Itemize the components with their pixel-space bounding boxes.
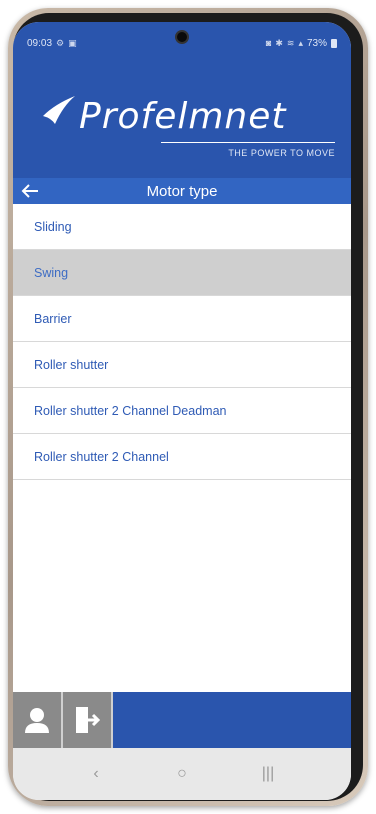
battery-percent: 73% — [306, 37, 327, 49]
logout-button[interactable] — [63, 692, 113, 748]
battery-icon — [331, 38, 337, 48]
motor-type-item-roller-shutter-2ch-deadman[interactable]: Roller shutter 2 Channel Deadman — [13, 388, 351, 434]
android-nav-bar: ‹ ○ ||| — [13, 748, 351, 800]
signal-icon: ▴ — [298, 37, 303, 48]
brand-logo-text: Profelmnet — [79, 96, 287, 137]
settings-icon: ⚙ — [56, 37, 65, 48]
page-title: Motor type — [146, 182, 218, 200]
motor-type-item-sliding[interactable]: Sliding — [13, 204, 351, 250]
app-screen: 09:03 ⚙ ▣ ◙ ✱ ≋ ▴ 73% Profelmnet THE POW… — [13, 22, 351, 800]
android-home-button[interactable]: ○ — [162, 765, 202, 783]
bluetooth-icon: ✱ — [275, 37, 283, 48]
nfc-icon: ◙ — [265, 38, 272, 48]
user-icon — [25, 708, 49, 733]
motor-type-item-roller-shutter-2ch[interactable]: Roller shutter 2 Channel — [13, 434, 351, 480]
wifi-icon: ≋ — [286, 37, 295, 48]
logo-divider — [161, 142, 335, 143]
motor-type-item-barrier[interactable]: Barrier — [13, 296, 351, 342]
back-button[interactable] — [15, 178, 45, 204]
front-camera — [175, 30, 189, 44]
arrow-left-icon — [21, 184, 38, 198]
user-button[interactable] — [13, 692, 63, 748]
motor-type-item-swing[interactable]: Swing — [13, 250, 351, 296]
logo-header: Profelmnet THE POWER TO MOVE — [13, 58, 351, 178]
android-recents-button[interactable]: ||| — [248, 765, 288, 783]
status-right: ◙ ✱ ≋ ▴ 73% — [266, 38, 337, 49]
motor-type-item-roller-shutter[interactable]: Roller shutter — [13, 342, 351, 388]
bottom-bar — [13, 692, 351, 748]
exit-icon — [76, 707, 100, 733]
brand-tagline: THE POWER TO MOVE — [228, 148, 335, 158]
status-time: 09:03 — [27, 37, 53, 49]
nav-bar: Motor type — [13, 178, 351, 204]
status-left: 09:03 ⚙ ▣ — [27, 38, 77, 49]
motor-type-list: Sliding Swing Barrier Roller shutter Rol… — [13, 204, 351, 480]
android-back-button[interactable]: ‹ — [76, 765, 116, 783]
image-icon: ▣ — [68, 37, 77, 48]
